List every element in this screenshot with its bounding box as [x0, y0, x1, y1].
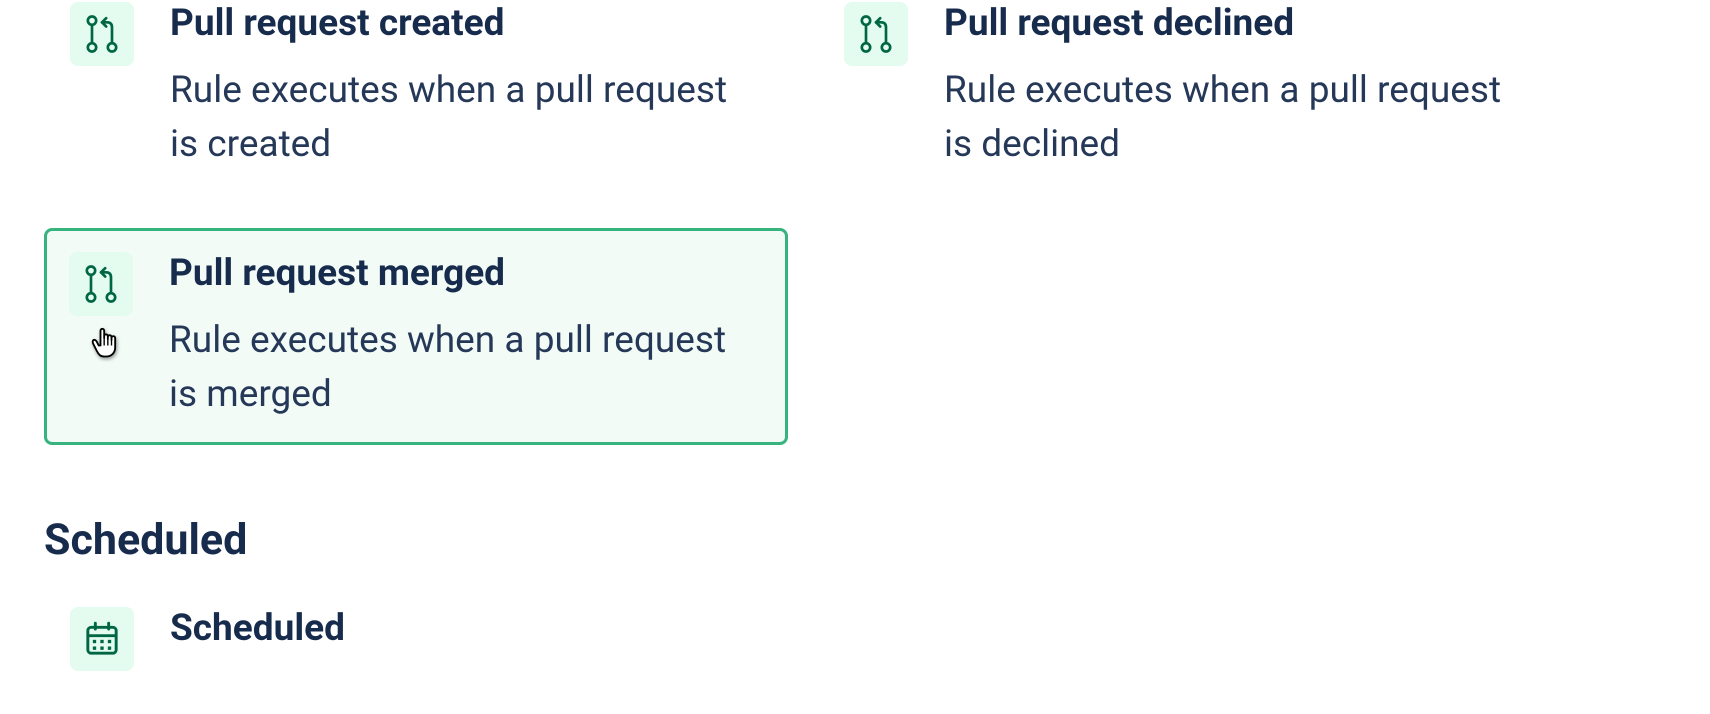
trigger-text: Pull request declined Rule executes when…: [944, 2, 1536, 172]
calendar-icon: [82, 619, 122, 659]
trigger-pr-created[interactable]: Pull request created Rule executes when …: [44, 0, 788, 198]
trigger-pr-declined[interactable]: Pull request declined Rule executes when…: [818, 0, 1562, 198]
trigger-text: Pull request merged Rule executes when a…: [169, 252, 763, 422]
trigger-title: Pull request merged: [169, 252, 763, 296]
trigger-title: Pull request created: [170, 2, 762, 46]
section-header-scheduled: Scheduled: [44, 515, 1666, 565]
pr-icon-wrapper: [69, 252, 133, 316]
trigger-desc: Rule executes when a pull request is cre…: [170, 64, 762, 171]
pull-request-icon: [856, 14, 896, 54]
trigger-desc: Rule executes when a pull request is dec…: [944, 64, 1536, 171]
pr-icon-wrapper: [70, 2, 134, 66]
pr-icon-wrapper: [844, 2, 908, 66]
trigger-title: Scheduled: [170, 607, 762, 651]
trigger-scheduled[interactable]: Scheduled: [44, 605, 788, 673]
pull-request-icon: [81, 264, 121, 304]
trigger-desc: Rule executes when a pull request is mer…: [169, 314, 763, 421]
trigger-text: Pull request created Rule executes when …: [170, 2, 762, 172]
trigger-title: Pull request declined: [944, 2, 1536, 46]
pull-request-icon: [82, 14, 122, 54]
calendar-icon-wrapper: [70, 607, 134, 671]
trigger-pr-merged[interactable]: Pull request merged Rule executes when a…: [44, 228, 788, 446]
trigger-text: Scheduled: [170, 607, 762, 651]
